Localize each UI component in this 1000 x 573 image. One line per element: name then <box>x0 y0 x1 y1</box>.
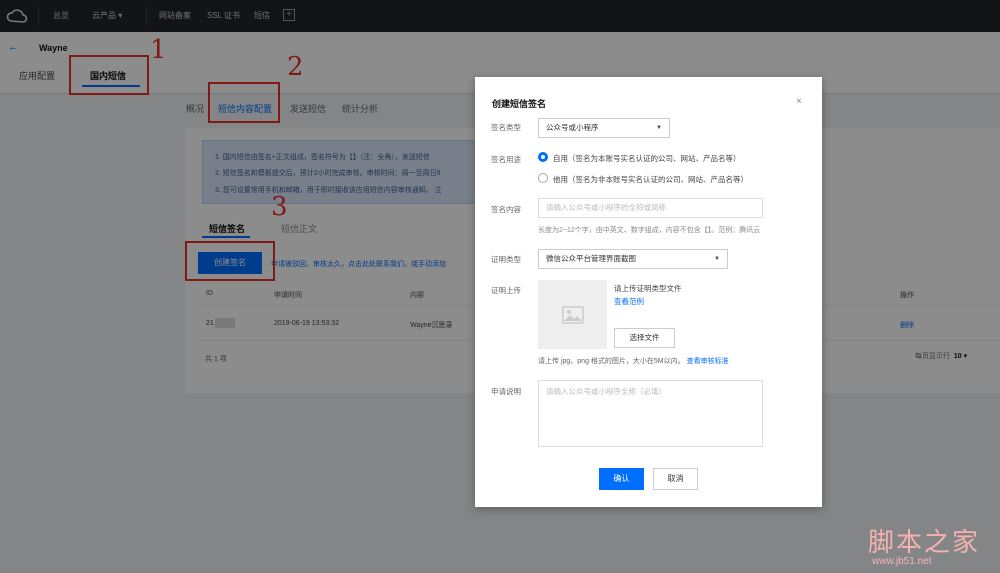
view-example-link[interactable]: 查看范例 <box>614 296 644 307</box>
signature-content-label: 签名内容 <box>491 205 521 214</box>
usage-other-radio[interactable] <box>538 173 548 183</box>
chevron-down-icon: ▼ <box>714 256 720 262</box>
signature-type-value: 公众号或小程序 <box>546 123 599 132</box>
cancel-button[interactable]: 取消 <box>653 468 698 490</box>
upload-instruction: 请上传证明类型文件 <box>614 284 682 293</box>
proof-type-value: 微信公众平台管理界面截图 <box>546 254 636 263</box>
upload-format-hint: 请上传 jpg、png 格式的图片，大小在5M以内。 查看审核标准 <box>538 356 729 366</box>
review-standard-link[interactable]: 查看审核标准 <box>687 358 729 365</box>
watermark-logo: 脚本之家 <box>868 528 981 558</box>
upload-preview[interactable] <box>538 280 607 349</box>
application-note-textarea[interactable]: 请输入公众号或小程序全称（必填） <box>538 380 763 447</box>
confirm-button[interactable]: 确认 <box>599 468 644 490</box>
content-help-text: 长度为2~12个字，由中英文、数字组成，内容不包含【】。范例：腾讯云 <box>538 227 761 234</box>
usage-self-radio[interactable] <box>538 152 548 162</box>
usage-self-label[interactable]: 自用（签名为本账号实名认证的公司、网站、产品名等） <box>553 153 741 164</box>
signature-content-input[interactable]: 请输入公众号或小程序的全称或简称 <box>538 198 763 218</box>
chevron-down-icon: ▼ <box>656 125 662 131</box>
proof-upload-label: 证明上传 <box>491 286 521 295</box>
signature-type-select[interactable]: 公众号或小程序 ▼ <box>538 118 670 138</box>
close-icon[interactable]: × <box>796 96 802 107</box>
choose-file-button[interactable]: 选择文件 <box>614 328 675 348</box>
signature-type-label: 签名类型 <box>491 123 521 132</box>
watermark-url: www.jb51.net <box>872 556 932 567</box>
application-note-label: 申请说明 <box>491 387 521 396</box>
dialog-title: 创建短信签名 <box>492 99 547 109</box>
usage-other-label[interactable]: 他用（签名为非本账号实名认证的公司、网站、产品名等） <box>553 174 748 185</box>
image-placeholder-icon <box>562 306 584 324</box>
proof-type-label: 证明类型 <box>491 255 521 264</box>
signature-usage-label: 签名用途 <box>491 155 521 164</box>
proof-type-select[interactable]: 微信公众平台管理界面截图 ▼ <box>538 249 728 269</box>
upload-hint-text: 请上传 jpg、png 格式的图片，大小在5M以内。 <box>538 358 685 365</box>
create-signature-dialog: 创建短信签名 × 签名类型 公众号或小程序 ▼ 签名用途 自用（签名为本账号实名… <box>475 77 822 507</box>
